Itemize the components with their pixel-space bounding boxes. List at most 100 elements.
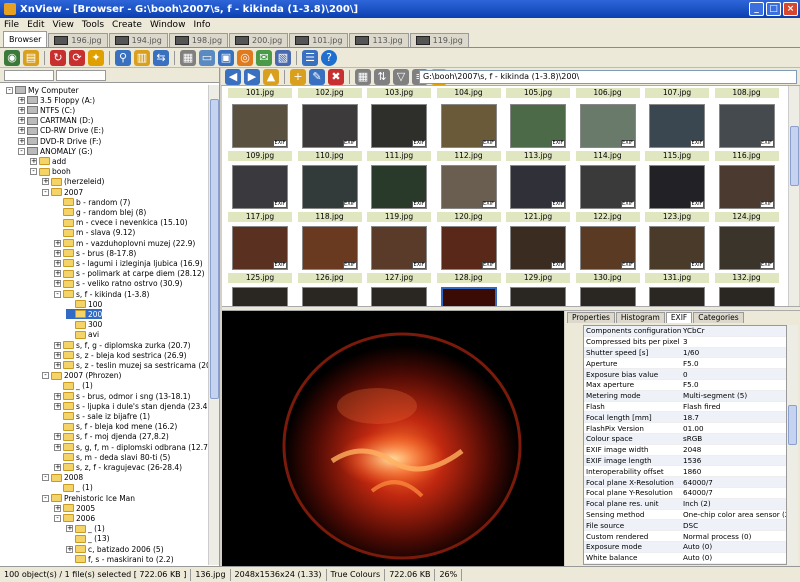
- thumbnail-item[interactable]: [506, 287, 570, 306]
- tab-101-jpg[interactable]: 101.jpg: [289, 33, 349, 47]
- tree-item[interactable]: + s - veliko ratno ostrvo (30.9): [54, 279, 182, 289]
- thumbnail-item[interactable]: EXIF 125.jpg: [228, 226, 292, 288]
- close-button[interactable]: ×: [783, 2, 798, 16]
- thumbnail-item[interactable]: EXIF 120.jpg: [436, 165, 501, 227]
- tab-properties[interactable]: Properties: [567, 312, 615, 323]
- expander-icon[interactable]: +: [54, 443, 61, 451]
- tree-item[interactable]: _ (1): [54, 381, 93, 391]
- tab-exif[interactable]: EXIF: [665, 312, 693, 323]
- tree-item[interactable]: + NTFS (C:): [18, 105, 75, 115]
- expander-icon[interactable]: +: [54, 280, 61, 288]
- tree-item[interactable]: - 2006: [54, 513, 95, 523]
- thumbnail-item[interactable]: [715, 287, 779, 306]
- thumbnail-item[interactable]: EXIF 111.jpg: [367, 104, 431, 166]
- tab-browser[interactable]: Browser: [3, 31, 48, 47]
- tree-item[interactable]: + s - polimark at carpe diem (28.12): [54, 269, 205, 279]
- tree-item[interactable]: s, m - deda slavi 80-ti (5): [54, 452, 170, 462]
- expander-icon[interactable]: +: [54, 463, 61, 471]
- tree-item[interactable]: + DVD-R Drive (F:): [18, 136, 101, 146]
- filter-dropdown-icon[interactable]: ▽: [393, 68, 409, 85]
- tree-item[interactable]: + s - brus (8-17.8): [54, 248, 136, 258]
- thumbnail-item[interactable]: EXIF 109.jpg: [228, 104, 292, 166]
- tree-item[interactable]: m - cvece i nevenkica (15.10): [54, 218, 188, 228]
- expander-icon[interactable]: +: [54, 239, 61, 247]
- expander-icon[interactable]: +: [18, 106, 25, 114]
- tree-item[interactable]: + s, g, f, m - diplomski odbrana (12.7): [54, 442, 208, 452]
- tree-item[interactable]: b - random (7): [54, 197, 130, 207]
- tree-item[interactable]: + m - vazduhoplovni muzej (22.9): [54, 238, 195, 248]
- thumbnail-item[interactable]: EXIF 132.jpg: [714, 226, 779, 288]
- tab-histogram[interactable]: Histogram: [615, 312, 665, 323]
- menu-item-create[interactable]: Create: [112, 20, 142, 30]
- expander-icon[interactable]: +: [54, 259, 61, 267]
- tree-item[interactable]: 300: [66, 320, 102, 330]
- menu-item-file[interactable]: File: [4, 20, 19, 30]
- tree-item[interactable]: s - sale iz bijafre (1): [54, 411, 150, 421]
- thumbnail-item[interactable]: [367, 287, 431, 306]
- tree-item[interactable]: - ANOMALY (G:): [18, 146, 93, 156]
- expander-icon[interactable]: +: [18, 96, 25, 104]
- delete-icon[interactable]: ✖: [328, 68, 344, 85]
- expander-icon[interactable]: -: [42, 188, 49, 196]
- options-icon[interactable]: ☰: [302, 49, 318, 66]
- move-icon[interactable]: ▥: [134, 49, 150, 66]
- tree-item[interactable]: 100: [66, 299, 102, 309]
- expander-icon[interactable]: -: [6, 86, 13, 94]
- back-icon[interactable]: ◀: [225, 68, 241, 85]
- path-input[interactable]: G:\booh\2007\s, f - kikinda (1-3.8)\200\: [419, 70, 797, 84]
- scrollbar-thumb[interactable]: [210, 99, 219, 399]
- expander-icon[interactable]: +: [18, 117, 25, 125]
- scan-icon[interactable]: ▭: [199, 49, 215, 66]
- tree-item[interactable]: + CARTMAN (D:): [18, 116, 93, 126]
- tree-item[interactable]: + s - brus, odmor i sng (13-18.1): [54, 391, 190, 401]
- tree-item[interactable]: - Prehistoric Ice Man: [42, 493, 135, 503]
- tab-196-jpg[interactable]: 196.jpg: [48, 33, 108, 47]
- thumbnail-item[interactable]: [228, 287, 292, 306]
- menu-item-window[interactable]: Window: [150, 20, 186, 30]
- thumbnail-item[interactable]: [645, 287, 709, 306]
- tools-icon[interactable]: ✦: [88, 49, 104, 66]
- eye-icon[interactable]: ◉: [4, 49, 20, 66]
- slideshow-icon[interactable]: ▣: [218, 49, 234, 66]
- thumbnail-item[interactable]: EXIF 121.jpg: [506, 165, 570, 227]
- expander-icon[interactable]: +: [54, 504, 61, 512]
- tree-item[interactable]: + s, f, g - diplomska zurka (20.7): [54, 340, 191, 350]
- tab-113-jpg[interactable]: 113.jpg: [349, 33, 409, 47]
- expander-icon[interactable]: +: [54, 361, 61, 369]
- tree-item[interactable]: _ (13): [66, 534, 110, 544]
- expander-icon[interactable]: +: [54, 392, 61, 400]
- thumbnail-item[interactable]: EXIF 124.jpg: [714, 165, 779, 227]
- thumbnail-item[interactable]: EXIF 110.jpg: [297, 104, 362, 166]
- tree-item[interactable]: + s, z - bleja kod sestrica (26.9): [54, 350, 187, 360]
- tree-item[interactable]: + s, z, f - kragujevac (26-28.4): [54, 462, 182, 472]
- thumbnail-item[interactable]: EXIF 129.jpg: [506, 226, 570, 288]
- tree-item[interactable]: - 2008: [42, 473, 83, 483]
- expander-icon[interactable]: +: [54, 402, 61, 410]
- menu-item-edit[interactable]: Edit: [27, 20, 44, 30]
- expander-icon[interactable]: +: [54, 249, 61, 257]
- thumbnail-item[interactable]: EXIF 131.jpg: [645, 226, 709, 288]
- expander-icon[interactable]: -: [42, 372, 49, 380]
- expander-icon[interactable]: -: [18, 147, 25, 155]
- thumbnail-item[interactable]: EXIF 114.jpg: [575, 104, 640, 166]
- thumbnail-item[interactable]: EXIF 123.jpg: [645, 165, 709, 227]
- tab-200-jpg[interactable]: 200.jpg: [229, 33, 289, 47]
- tree-item[interactable]: - 2007 (Phrozen): [42, 371, 121, 381]
- browser-scrollbar[interactable]: [788, 86, 799, 306]
- thumbnail-item[interactable]: EXIF 113.jpg: [506, 104, 570, 166]
- tree-item[interactable]: - My Computer: [6, 85, 79, 95]
- thumbnail-item[interactable]: EXIF 116.jpg: [714, 104, 779, 166]
- parent-folder-icon[interactable]: ▲: [263, 68, 279, 85]
- menu-item-view[interactable]: View: [53, 20, 74, 30]
- thumbnail-item[interactable]: [298, 287, 362, 306]
- sync-icon[interactable]: ⟳: [69, 49, 85, 66]
- tree-item[interactable]: avi: [66, 330, 99, 340]
- expander-icon[interactable]: -: [54, 290, 61, 298]
- tree-item[interactable]: s, f - bleja kod mene (16.2): [54, 422, 177, 432]
- open-folder-icon[interactable]: ▤: [23, 49, 39, 66]
- tree-item[interactable]: + add: [30, 156, 66, 166]
- expander-icon[interactable]: -: [54, 514, 61, 522]
- tree-item[interactable]: + s, f - moj djenda (27,8.2): [54, 432, 169, 442]
- expander-icon[interactable]: +: [18, 137, 25, 145]
- thumbnail-item[interactable]: EXIF 126.jpg: [297, 226, 362, 288]
